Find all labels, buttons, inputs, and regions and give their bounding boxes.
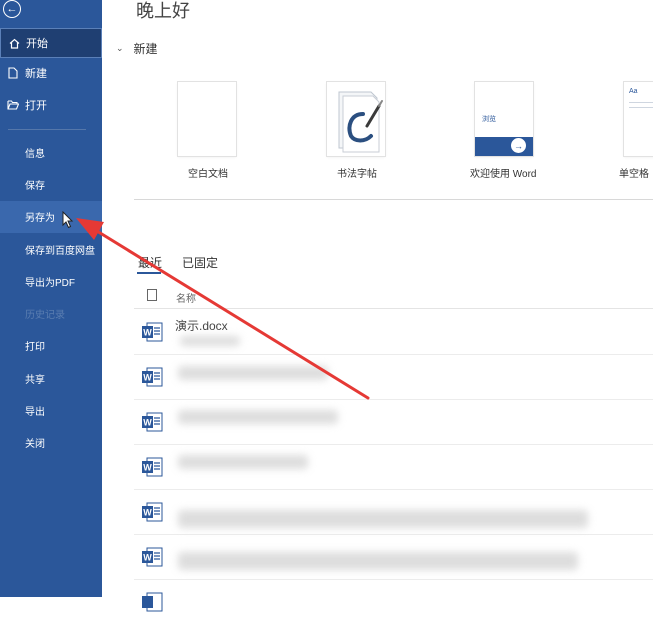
svg-text:W: W	[143, 418, 152, 428]
sidebar-item-info[interactable]: 信息	[0, 136, 102, 168]
sidebar-item-save[interactable]: 保存	[0, 168, 102, 200]
svg-text:W: W	[143, 373, 152, 383]
template-thumb-text: 浏览	[482, 116, 496, 123]
active-tab-indicator	[137, 272, 161, 274]
word-doc-icon: W	[142, 502, 163, 522]
word-doc-icon	[142, 592, 163, 612]
sidebar-item-label: 信息	[25, 148, 45, 160]
sidebar-item-label: 新建	[25, 68, 47, 80]
calligraphy-brush-icon	[338, 91, 383, 153]
new-section-title: 新建	[133, 42, 158, 56]
svg-text:W: W	[143, 508, 152, 518]
tab-pinned[interactable]: 已固定	[182, 254, 218, 271]
sidebar-item-share[interactable]: 共享	[0, 362, 102, 394]
obscured-text	[178, 366, 328, 380]
sidebar-menu-list: 信息 保存 另存为 保存到百度网盘 导出为PDF 历史记录 打印 共享 导出 关…	[0, 136, 102, 459]
word-doc-icon: W	[142, 322, 163, 342]
template-thumb-text: Aa	[629, 88, 638, 95]
template-blank-document[interactable]	[178, 82, 236, 156]
sidebar-item-label: 保存到百度网盘	[25, 245, 95, 257]
template-thumb-line	[629, 107, 653, 108]
new-section-header[interactable]: ⌄ 新建	[116, 40, 158, 57]
sidebar-divider	[8, 129, 86, 130]
section-divider	[134, 199, 653, 200]
header-divider	[134, 308, 653, 309]
obscured-text	[178, 410, 338, 424]
document-column-icon	[147, 289, 157, 301]
svg-text:W: W	[143, 553, 152, 563]
sidebar-item-save-to-baidu[interactable]: 保存到百度网盘	[0, 233, 102, 265]
sidebar-item-new[interactable]: 新建	[0, 58, 102, 88]
template-welcome-word[interactable]: 浏览 →	[475, 82, 533, 156]
sidebar-item-label: 导出	[25, 407, 45, 419]
page-title: 晚上好	[136, 1, 190, 21]
sidebar-item-print[interactable]: 打印	[0, 330, 102, 362]
column-header-name[interactable]: 名称	[176, 290, 196, 305]
sidebar-item-label: 打开	[25, 100, 47, 112]
file-name: 演示.docx	[175, 319, 228, 333]
word-doc-icon: W	[142, 547, 163, 567]
template-label: 空白文档	[188, 169, 228, 180]
template-label: 单空格	[619, 169, 649, 180]
folder-open-icon	[7, 99, 19, 111]
template-single-spaced[interactable]: Aa	[624, 82, 653, 156]
sidebar-item-label: 打印	[25, 342, 45, 354]
sidebar-item-home[interactable]: 开始	[0, 28, 102, 58]
sidebar-item-open[interactable]: 打开	[0, 90, 102, 120]
word-doc-icon: W	[142, 412, 163, 432]
sidebar-item-history: 历史记录	[0, 297, 102, 329]
sidebar-item-label: 保存	[25, 180, 45, 192]
template-label: 欢迎使用 Word	[470, 169, 537, 180]
back-arrow-icon[interactable]: ←	[3, 0, 21, 18]
sidebar-item-export[interactable]: 导出	[0, 394, 102, 426]
template-thumb-line	[629, 102, 653, 103]
sidebar-item-export-pdf[interactable]: 导出为PDF	[0, 265, 102, 297]
mouse-pointer-icon	[62, 211, 74, 229]
sidebar-item-label: 历史记录	[25, 310, 65, 322]
new-doc-icon	[7, 67, 19, 79]
obscured-text	[178, 552, 578, 570]
sidebar-item-close[interactable]: 关闭	[0, 427, 102, 459]
sidebar-item-save-as[interactable]: 另存为	[0, 200, 102, 233]
file-row[interactable]: W 演示.docx	[134, 310, 653, 355]
sidebar-item-label: 共享	[25, 374, 45, 386]
word-doc-icon: W	[142, 457, 163, 477]
sidebar-item-label: 开始	[26, 38, 48, 50]
template-label: 书法字帖	[337, 169, 377, 180]
svg-text:W: W	[143, 463, 152, 473]
arrow-right-icon: →	[510, 137, 527, 154]
obscured-text	[178, 510, 588, 528]
obscured-text	[180, 336, 240, 346]
sidebar-top-nav: 开始 新建 打开	[0, 28, 102, 120]
file-row[interactable]	[134, 580, 653, 625]
sidebar-item-label: 导出为PDF	[25, 277, 75, 289]
sidebar-item-label: 另存为	[25, 213, 55, 225]
word-doc-icon: W	[142, 367, 163, 387]
home-icon	[8, 37, 20, 49]
tab-recent[interactable]: 最近	[138, 254, 162, 271]
svg-text:W: W	[143, 328, 152, 338]
sidebar-item-label: 关闭	[25, 439, 45, 451]
chevron-down-icon: ⌄	[116, 43, 124, 53]
template-calligraphy[interactable]	[327, 82, 385, 156]
obscured-text	[178, 455, 308, 469]
backstage-sidebar: ← 开始 新建 打开 信息 保存 另存为 保存到百度网盘 导出为PDF 历史记录	[0, 0, 102, 597]
